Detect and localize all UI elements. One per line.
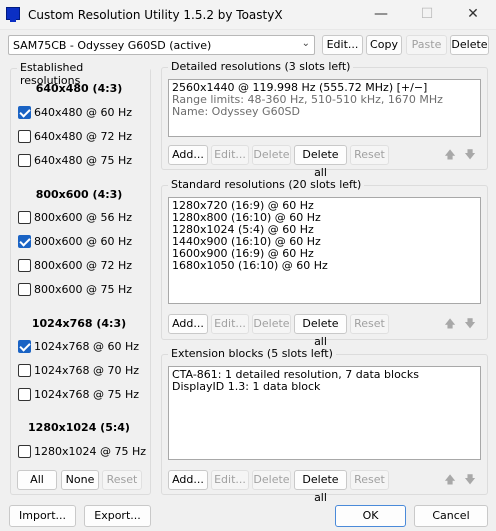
- checkbox[interactable]: [18, 235, 31, 248]
- move-up-icon[interactable]: 🡅: [440, 470, 460, 490]
- ok-button[interactable]: OK: [335, 505, 406, 527]
- move-down-icon[interactable]: 🡇: [460, 314, 480, 334]
- monitor-select-value: SAM75CB - Odyssey G60SD (active): [13, 39, 212, 52]
- cancel-button[interactable]: Cancel: [414, 505, 488, 527]
- detailed-resolutions-list[interactable]: 2560x1440 @ 119.998 Hz (555.72 MHz) [+/−…: [168, 79, 481, 137]
- detailed-title: Detailed resolutions (3 slots left): [168, 60, 354, 73]
- checkbox[interactable]: [18, 445, 31, 458]
- extension-title: Extension blocks (5 slots left): [168, 347, 336, 360]
- list-item[interactable]: 1680x1050 (16:10) @ 60 Hz: [172, 260, 477, 272]
- monitor-edit-button[interactable]: Edit...: [322, 35, 363, 55]
- extension-delete-all-button[interactable]: Delete all: [294, 470, 347, 504]
- extension-add-button[interactable]: Add...: [168, 470, 208, 490]
- monitor-delete-button[interactable]: Delete: [450, 35, 489, 55]
- established-reset-button[interactable]: Reset: [102, 470, 142, 490]
- export-button[interactable]: Export...: [84, 505, 151, 527]
- checkbox-label: 1280x1024 @ 75 Hz: [34, 445, 147, 458]
- detailed-delete-button[interactable]: Delete: [252, 145, 291, 165]
- chevron-down-icon: ⌄: [301, 38, 310, 49]
- checkbox-label: 640x480 @ 72 Hz: [34, 130, 133, 143]
- title-bar: Custom Resolution Utility 1.5.2 by Toast…: [0, 0, 496, 30]
- checkbox[interactable]: [18, 364, 31, 377]
- monitor-paste-button[interactable]: Paste: [406, 35, 447, 55]
- checkbox[interactable]: [18, 130, 31, 143]
- extension-edit-button[interactable]: Edit...: [211, 470, 249, 490]
- established-none-button[interactable]: None: [61, 470, 99, 490]
- extension-reset-button[interactable]: Reset: [350, 470, 389, 490]
- checkbox[interactable]: [18, 106, 31, 119]
- group-heading: 640x480 (4:3): [35, 82, 123, 95]
- standard-edit-button[interactable]: Edit...: [211, 314, 249, 334]
- checkbox-label: 640x480 @ 60 Hz: [34, 106, 133, 119]
- detailed-reset-button[interactable]: Reset: [350, 145, 389, 165]
- list-item[interactable]: DisplayID 1.3: 1 data block: [172, 381, 477, 393]
- detailed-edit-button[interactable]: Edit...: [211, 145, 249, 165]
- standard-delete-button[interactable]: Delete: [252, 314, 291, 334]
- extension-blocks-list[interactable]: CTA-861: 1 detailed resolution, 7 data b…: [168, 366, 481, 460]
- move-up-icon[interactable]: 🡅: [440, 314, 460, 334]
- minimize-button[interactable]: —: [358, 0, 404, 30]
- checkbox-label: 1024x768 @ 60 Hz: [34, 340, 140, 353]
- checkbox-label: 1024x768 @ 75 Hz: [34, 388, 140, 401]
- detailed-delete-all-button[interactable]: Delete all: [294, 145, 347, 179]
- group-heading: 800x600 (4:3): [35, 188, 123, 201]
- move-up-icon[interactable]: 🡅: [440, 145, 460, 165]
- checkbox[interactable]: [18, 340, 31, 353]
- checkbox-label: 640x480 @ 75 Hz: [34, 154, 133, 167]
- extension-delete-button[interactable]: Delete: [252, 470, 291, 490]
- group-heading: 1280x1024 (5:4): [28, 421, 130, 434]
- checkbox[interactable]: [18, 259, 31, 272]
- list-item: Name: Odyssey G60SD: [172, 105, 301, 118]
- checkbox[interactable]: [18, 283, 31, 296]
- standard-reset-button[interactable]: Reset: [350, 314, 389, 334]
- checkbox-label: 800x600 @ 60 Hz: [34, 235, 133, 248]
- window-title: Custom Resolution Utility 1.5.2 by Toast…: [28, 8, 283, 22]
- monitor-copy-button[interactable]: Copy: [366, 35, 402, 55]
- checkbox-label: 800x600 @ 72 Hz: [34, 259, 133, 272]
- import-button[interactable]: Import...: [9, 505, 76, 527]
- checkbox-label: 800x600 @ 56 Hz: [34, 211, 133, 224]
- standard-title: Standard resolutions (20 slots left): [168, 178, 365, 191]
- checkbox[interactable]: [18, 154, 31, 167]
- move-down-icon[interactable]: 🡇: [460, 470, 480, 490]
- checkbox-label: 1024x768 @ 70 Hz: [34, 364, 140, 377]
- move-down-icon[interactable]: 🡇: [460, 145, 480, 165]
- standard-resolutions-list[interactable]: 1280x720 (16:9) @ 60 Hz 1280x800 (16:10)…: [168, 197, 481, 304]
- monitor-icon: [6, 7, 20, 22]
- detailed-add-button[interactable]: Add...: [168, 145, 208, 165]
- standard-delete-all-button[interactable]: Delete all: [294, 314, 347, 348]
- group-heading: 1024x768 (4:3): [31, 317, 127, 330]
- checkbox[interactable]: [18, 388, 31, 401]
- established-all-button[interactable]: All: [17, 470, 57, 490]
- close-button[interactable]: ✕: [450, 0, 496, 30]
- checkbox-label: 800x600 @ 75 Hz: [34, 283, 133, 296]
- standard-add-button[interactable]: Add...: [168, 314, 208, 334]
- maximize-button[interactable]: ☐: [404, 0, 450, 30]
- monitor-select[interactable]: SAM75CB - Odyssey G60SD (active) ⌄: [8, 35, 315, 55]
- checkbox[interactable]: [18, 211, 31, 224]
